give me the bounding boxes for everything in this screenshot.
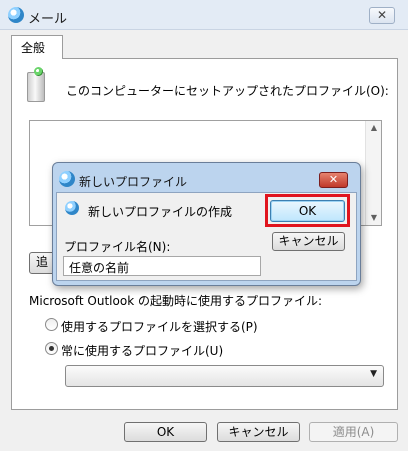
scroll-up-arrow-icon[interactable]: ▲	[366, 121, 382, 135]
radio-prompt-profile-label[interactable]: 使用するプロファイルを選択する(P)	[61, 318, 258, 335]
dialog-cancel-button[interactable]: キャンセル	[272, 232, 345, 251]
listbox-scrollbar[interactable]: ▲ ▼	[365, 121, 381, 225]
profiles-label: このコンピューターにセットアップされたプロファイル(O):	[66, 84, 389, 98]
apply-button[interactable]: 適用(A)	[309, 422, 398, 442]
mail-globe-icon	[8, 7, 24, 23]
dialog-ok-button[interactable]: OK	[270, 200, 345, 222]
startup-profile-label: Microsoft Outlook の起動時に使用するプロファイル:	[29, 294, 323, 308]
cancel-button[interactable]: キャンセル	[217, 422, 300, 442]
radio-prompt-profile[interactable]	[45, 318, 58, 331]
ok-button[interactable]: OK	[124, 422, 207, 442]
profile-name-label: プロファイル名(N):	[64, 240, 171, 254]
dialog-title: 新しいプロファイル	[79, 175, 188, 189]
radio-always-use-profile[interactable]	[45, 342, 58, 355]
profile-dropdown[interactable]: ▼	[65, 365, 384, 387]
mail-globe-icon	[59, 171, 75, 187]
scroll-down-arrow-icon[interactable]: ▼	[366, 211, 382, 225]
dialog-description: 新しいプロファイルの作成	[88, 205, 233, 219]
mail-globe-icon	[65, 201, 79, 215]
radio-always-use-profile-label[interactable]: 常に使用するプロファイル(U)	[61, 342, 223, 359]
dialog-close-button[interactable]: ✕	[319, 172, 348, 188]
profile-name-input[interactable]: 任意の名前	[63, 256, 261, 276]
window-close-button[interactable]: ✕	[369, 7, 395, 24]
tab-general[interactable]: 全般	[11, 35, 63, 59]
profile-cards-icon	[27, 67, 45, 102]
window-title: メール	[28, 12, 68, 27]
chevron-down-icon[interactable]: ▼	[370, 369, 377, 379]
